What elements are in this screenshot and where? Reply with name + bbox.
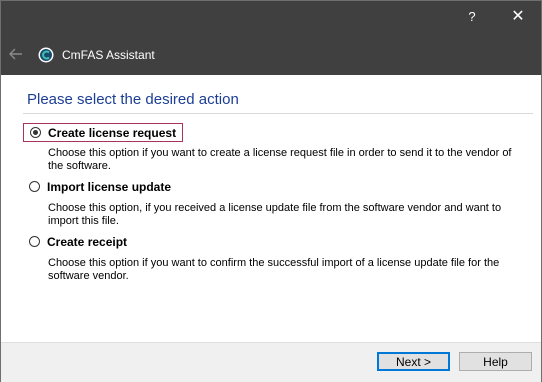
option-label: Create receipt: [47, 234, 128, 249]
option-create-receipt[interactable]: Create receipt: [23, 232, 133, 251]
wizard-content: Please select the desired action Create …: [1, 75, 541, 342]
page-heading: Please select the desired action: [27, 91, 239, 108]
option-description: Choose this option if you want to create…: [48, 147, 512, 172]
back-arrow-icon[interactable]: [7, 45, 25, 63]
app-title: CmFAS Assistant: [62, 48, 155, 62]
button-bar: Next > Help: [1, 342, 541, 382]
option-import-license-update[interactable]: Import license update: [23, 177, 177, 196]
app-logo-icon: [38, 47, 54, 63]
option-create-license-request[interactable]: Create license request: [23, 123, 184, 142]
option-label: Import license update: [47, 179, 172, 194]
title-bar: ? ✕ CmFAS Assistant: [1, 1, 541, 75]
option-description: Choose this option if you want to confir…: [48, 257, 500, 282]
wizard-window: ? ✕ CmFAS Assistant Please select the de…: [0, 0, 542, 382]
option-description: Choose this option, if you received a li…: [48, 202, 502, 227]
next-button[interactable]: Next >: [377, 352, 450, 371]
close-button[interactable]: ✕: [495, 1, 541, 31]
radio-button[interactable]: [29, 236, 40, 247]
help-title-button[interactable]: ?: [449, 1, 495, 31]
help-button[interactable]: Help: [459, 352, 532, 371]
radio-button[interactable]: [29, 181, 40, 192]
heading-divider: [23, 113, 533, 114]
option-label: Create license request: [48, 125, 177, 140]
radio-button-selected[interactable]: [30, 127, 41, 138]
